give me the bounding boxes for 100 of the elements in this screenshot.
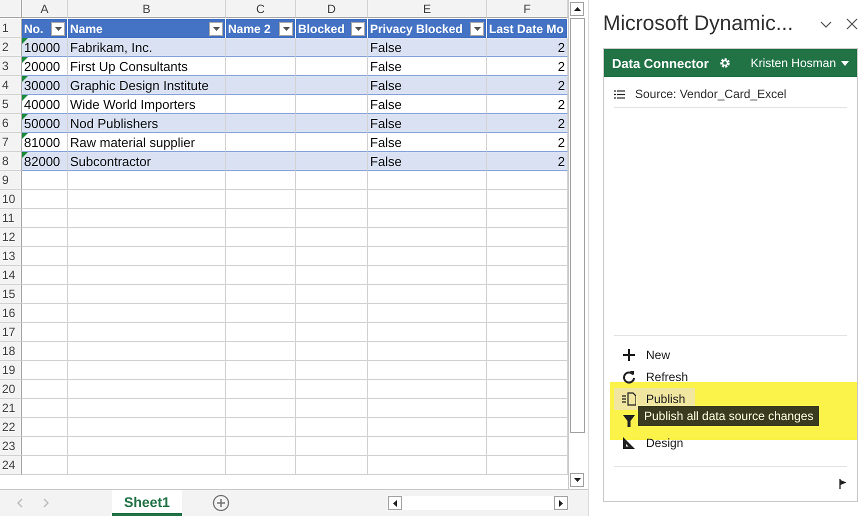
row-header[interactable]: 10 (0, 190, 22, 209)
table-cell: 82000 (22, 152, 68, 171)
column-header[interactable]: F (487, 0, 568, 18)
table-cell (296, 399, 368, 418)
row-header[interactable]: 13 (0, 247, 22, 266)
caret-icon (54, 26, 62, 30)
source-label: Source: Vendor_Card_Excel (635, 87, 786, 101)
row-header[interactable]: 19 (0, 361, 22, 380)
row-header[interactable]: 20 (0, 380, 22, 399)
row-header[interactable]: 1 (0, 19, 22, 38)
table-cell (226, 209, 296, 228)
row-header[interactable]: 8 (0, 152, 22, 171)
caret-icon (282, 26, 290, 30)
table-cell (226, 171, 296, 190)
column-header[interactable]: C (226, 0, 296, 18)
table-cell: False (368, 114, 487, 133)
table-cell (22, 437, 68, 456)
row-header[interactable]: 21 (0, 399, 22, 418)
scrollbar-thumb[interactable] (570, 18, 585, 433)
close-icon[interactable] (846, 18, 858, 30)
header-label: Privacy Blocked (370, 22, 463, 36)
table-cell (22, 418, 68, 437)
row-header[interactable]: 18 (0, 342, 22, 361)
table-cell (226, 456, 296, 475)
filter-dropdown[interactable] (470, 22, 484, 36)
table-cell: Fabrikam, Inc. (68, 38, 226, 57)
table-cell (22, 342, 68, 361)
user-menu[interactable]: Kristen Hosman (750, 56, 849, 70)
table-cell (226, 380, 296, 399)
table-cell: False (368, 76, 487, 95)
scroll-left-button[interactable] (388, 496, 402, 510)
flag-icon[interactable] (839, 479, 847, 489)
table-cell (226, 266, 296, 285)
row-header[interactable]: 6 (0, 114, 22, 133)
down-arrow-icon (574, 478, 580, 482)
table-cell (22, 304, 68, 323)
row-header[interactable]: 14 (0, 266, 22, 285)
row-header[interactable]: 7 (0, 133, 22, 152)
table-cell (22, 456, 68, 475)
filter-dropdown[interactable] (279, 22, 293, 36)
header-label: Name (70, 22, 103, 36)
row-header[interactable]: 2 (0, 38, 22, 57)
action-item[interactable]: New (614, 344, 680, 366)
row-header[interactable]: 15 (0, 285, 22, 304)
refresh-icon (622, 370, 636, 384)
filter-dropdown[interactable] (51, 22, 65, 36)
table-cell: 30000 (22, 76, 68, 95)
header-label: Blocked (298, 22, 345, 36)
table-cell (296, 361, 368, 380)
table-cell (226, 190, 296, 209)
table-cell (296, 285, 368, 304)
table-cell (226, 76, 296, 95)
table-cell: 2 (487, 152, 568, 171)
column-header[interactable]: B (68, 0, 226, 18)
table-cell: Subcontractor (68, 152, 226, 171)
column-header[interactable]: A (22, 0, 68, 18)
row-header[interactable]: 16 (0, 304, 22, 323)
row-header[interactable]: 9 (0, 171, 22, 190)
scroll-up-button[interactable] (570, 2, 584, 16)
connector-title: Data Connector (612, 56, 709, 70)
table-cell: 10000 (22, 38, 68, 57)
row-header[interactable]: 11 (0, 209, 22, 228)
row-header[interactable]: 23 (0, 437, 22, 456)
header-label: Name 2 (228, 22, 271, 36)
add-sheet-icon[interactable] (212, 494, 230, 512)
column-header[interactable]: E (368, 0, 487, 18)
document-icon (622, 392, 636, 406)
row-header[interactable]: 22 (0, 418, 22, 437)
action-item[interactable]: Design (614, 432, 694, 454)
table-cell (226, 361, 296, 380)
table-cell (226, 247, 296, 266)
settings-icon[interactable] (718, 57, 731, 69)
row-header[interactable]: 24 (0, 456, 22, 475)
row-header[interactable]: 12 (0, 228, 22, 247)
table-cell (296, 380, 368, 399)
vertical-scrollbar[interactable] (568, 0, 586, 489)
table-cell (226, 437, 296, 456)
filter-dropdown[interactable] (209, 22, 223, 36)
row-header[interactable]: 3 (0, 57, 22, 76)
filter-dropdown[interactable] (351, 22, 365, 36)
list-icon (614, 90, 625, 98)
row-header[interactable]: 4 (0, 76, 22, 95)
table-cell (226, 418, 296, 437)
table-cell: 50000 (22, 114, 68, 133)
row-header[interactable]: 17 (0, 323, 22, 342)
table-cell (226, 152, 296, 171)
table-cell (22, 380, 68, 399)
column-header[interactable]: D (296, 0, 368, 18)
table-cell (22, 190, 68, 209)
horizontal-scrollbar[interactable] (388, 496, 568, 510)
action-item[interactable]: Refresh (614, 366, 698, 388)
table-cell (296, 304, 368, 323)
table-cell (226, 304, 296, 323)
scroll-down-button[interactable] (570, 473, 584, 487)
row-header[interactable]: 5 (0, 95, 22, 114)
table-cell (296, 266, 368, 285)
panel-title: Microsoft Dynamic... (603, 12, 794, 36)
table-cell (296, 342, 368, 361)
sheet-tab[interactable]: Sheet1 (112, 490, 182, 516)
scroll-right-button[interactable] (554, 496, 568, 510)
